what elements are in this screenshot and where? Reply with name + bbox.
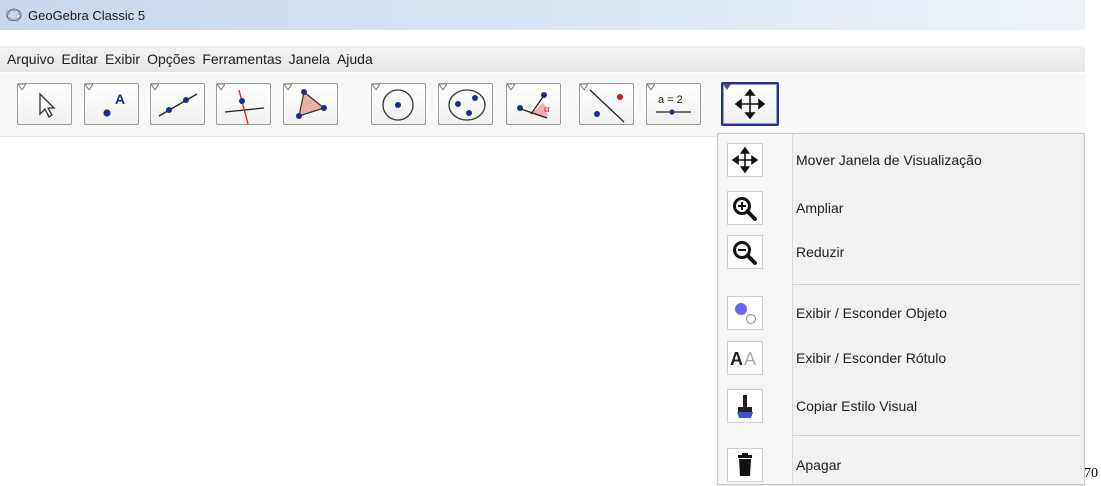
trash-icon [727, 448, 763, 482]
four-arrows-icon [734, 88, 766, 120]
ellipse-icon [448, 89, 486, 121]
menu-item-label: Reduzir [796, 244, 845, 260]
menu-item-label: Copiar Estilo Visual [796, 398, 918, 414]
menu-item-label: Ampliar [796, 200, 844, 216]
title-bar: GeoGebra Classic 5 [0, 0, 1085, 30]
menu-item-label: Mover Janela de Visualização [796, 152, 982, 168]
slider-tool-button[interactable]: a = 2 [646, 83, 701, 125]
angle-icon: α [517, 92, 550, 119]
toolbar: A α a = 2 [0, 74, 1085, 136]
four-arrows-icon [727, 143, 763, 177]
circle-center-point-icon [382, 89, 414, 121]
dropdown-triangle-icon [284, 84, 292, 90]
show-hide-object-icon [727, 296, 763, 330]
window-title: GeoGebra Classic 5 [28, 7, 146, 23]
point-a-icon: A [103, 91, 125, 117]
menu-item-ampliar[interactable]: Ampliar [718, 187, 1086, 229]
zoom-out-icon [727, 235, 763, 269]
menu-janela[interactable]: Janela [289, 51, 330, 67]
menu-separator [792, 284, 1080, 285]
perpendicular-line-icon [224, 89, 265, 125]
dropdown-triangle-icon [372, 84, 380, 90]
page-number: 70 [1084, 466, 1098, 481]
menu-item-label: Exibir / Esconder Objeto [796, 305, 947, 321]
line-through-points-icon [158, 93, 198, 117]
reflect-tool-button[interactable] [579, 83, 634, 125]
move-tool-button[interactable] [17, 83, 72, 125]
menu-ajuda[interactable]: Ajuda [337, 51, 373, 67]
dropdown-triangle-icon [217, 84, 225, 90]
dropdown-triangle-icon [439, 84, 447, 90]
menu-ferramentas[interactable]: Ferramentas [202, 51, 281, 67]
svg-text:A: A [115, 91, 125, 107]
polygon-icon [296, 89, 327, 119]
tool-dropdown-menu: Mover Janela de Visualização Ampliar Red… [717, 133, 1085, 485]
menu-item-exibir-esconder-rotulo[interactable]: AA Exibir / Esconder Rótulo [718, 337, 1086, 379]
slider-icon: a = 2 [656, 94, 691, 115]
page-margin [1085, 0, 1101, 485]
menu-item-label: Exibir / Esconder Rótulo [796, 350, 947, 366]
menu-exibir[interactable]: Exibir [105, 51, 140, 67]
menu-separator [792, 435, 1080, 436]
arrow-pointer-icon [39, 92, 56, 118]
circle-tool-button[interactable] [371, 83, 426, 125]
svg-text:A: A [744, 349, 756, 369]
menu-item-apagar[interactable]: Apagar [718, 444, 1086, 486]
polygon-tool-button[interactable] [283, 83, 338, 125]
paintbrush-icon [727, 389, 763, 423]
menu-item-exibir-esconder-objeto[interactable]: Exibir / Esconder Objeto [718, 292, 1086, 334]
geogebra-logo-icon [5, 6, 23, 24]
move-graphics-view-tool-button[interactable] [721, 82, 779, 126]
menu-bar: Arquivo Editar Exibir Opções Ferramentas… [0, 46, 1085, 72]
svg-text:a = 2: a = 2 [658, 94, 683, 106]
dropdown-triangle-icon [507, 84, 515, 90]
menu-item-reduzir[interactable]: Reduzir [718, 231, 1086, 273]
svg-text:α: α [544, 103, 550, 115]
svg-text:A: A [730, 349, 743, 369]
menu-item-mover-janela[interactable]: Mover Janela de Visualização [718, 139, 1086, 181]
dropdown-triangle-icon [151, 84, 159, 90]
perpendicular-line-tool-button[interactable] [216, 83, 271, 125]
menu-opcoes[interactable]: Opções [147, 51, 195, 67]
reflect-about-line-icon [589, 89, 625, 123]
dropdown-triangle-icon [18, 84, 26, 90]
dropdown-triangle-icon [85, 84, 93, 90]
angle-tool-button[interactable]: α [506, 83, 561, 125]
menu-item-label: Apagar [796, 457, 842, 473]
conic-tool-button[interactable] [438, 83, 493, 125]
menu-arquivo[interactable]: Arquivo [7, 51, 54, 67]
point-tool-button[interactable]: A [84, 83, 139, 125]
dropdown-triangle-icon [723, 84, 731, 90]
dropdown-triangle-icon [647, 84, 655, 90]
dropdown-triangle-icon [580, 84, 588, 90]
show-hide-label-icon: AA [727, 341, 763, 375]
menu-item-copiar-estilo-visual[interactable]: Copiar Estilo Visual [718, 385, 1086, 427]
menu-editar[interactable]: Editar [61, 51, 98, 67]
zoom-in-icon [727, 191, 763, 225]
line-tool-button[interactable] [150, 83, 205, 125]
